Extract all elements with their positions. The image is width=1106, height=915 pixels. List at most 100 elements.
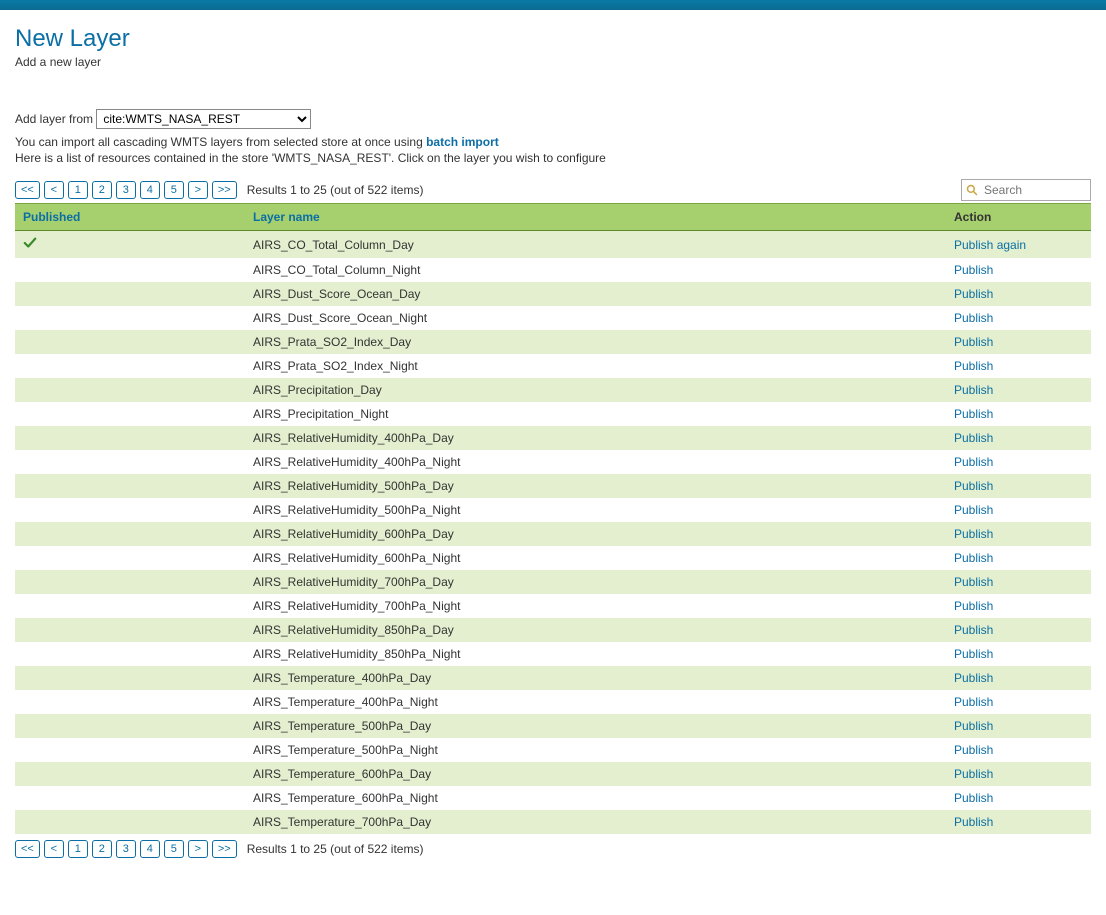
publish-link[interactable]: Publish (954, 503, 993, 517)
publish-link[interactable]: Publish (954, 383, 993, 397)
pager-next[interactable]: > (188, 840, 208, 858)
cell-layer-name: AIRS_Temperature_400hPa_Day (245, 666, 946, 690)
col-header-published[interactable]: Published (15, 204, 245, 231)
page-subtitle: Add a new layer (15, 55, 1091, 69)
publish-link[interactable]: Publish (954, 719, 993, 733)
cell-published (15, 570, 245, 594)
batch-import-prefix: You can import all cascading WMTS layers… (15, 135, 426, 149)
publish-link[interactable]: Publish (954, 623, 993, 637)
top-bar (0, 0, 1106, 10)
publish-link[interactable]: Publish (954, 743, 993, 757)
cell-action: Publish (946, 498, 1091, 522)
publish-link[interactable]: Publish (954, 551, 993, 565)
cell-action: Publish (946, 690, 1091, 714)
cell-published (15, 690, 245, 714)
cell-published (15, 231, 245, 259)
results-summary: Results 1 to 25 (out of 522 items) (247, 842, 424, 856)
publish-link[interactable]: Publish (954, 263, 993, 277)
check-icon (23, 236, 37, 250)
cell-action: Publish (946, 714, 1091, 738)
cell-action: Publish (946, 738, 1091, 762)
cell-layer-name: AIRS_Precipitation_Day (245, 378, 946, 402)
cell-published (15, 618, 245, 642)
table-row: AIRS_Temperature_400hPa_Day Publish (15, 666, 1091, 690)
publish-link[interactable]: Publish (954, 815, 993, 829)
pager-page-5[interactable]: 5 (164, 840, 184, 858)
pager-last[interactable]: >> (212, 840, 237, 858)
cell-layer-name: AIRS_RelativeHumidity_400hPa_Night (245, 450, 946, 474)
publish-link[interactable]: Publish (954, 455, 993, 469)
pager-top: << < 1 2 3 4 5 > >> Results 1 to 25 (out… (15, 179, 1091, 201)
publish-link[interactable]: Publish (954, 791, 993, 805)
publish-link[interactable]: Publish (954, 479, 993, 493)
publish-again-link[interactable]: Publish again (954, 238, 1026, 252)
publish-link[interactable]: Publish (954, 647, 993, 661)
cell-published (15, 810, 245, 834)
publish-link[interactable]: Publish (954, 407, 993, 421)
table-row: AIRS_RelativeHumidity_400hPa_DayPublish (15, 426, 1091, 450)
cell-action: Publish (946, 570, 1091, 594)
pager-bottom: << < 1 2 3 4 5 > >> Results 1 to 25 (out… (15, 840, 1091, 858)
cell-layer-name: AIRS_Temperature_600hPa_Night (245, 786, 946, 810)
pager-prev[interactable]: < (44, 181, 64, 199)
cell-published (15, 738, 245, 762)
pager-page-3[interactable]: 3 (116, 840, 136, 858)
cell-published (15, 354, 245, 378)
pager-page-4[interactable]: 4 (140, 181, 160, 199)
table-row: AIRS_Dust_Score_Ocean_Day Publish (15, 282, 1091, 306)
publish-link[interactable]: Publish (954, 767, 993, 781)
publish-link[interactable]: Publish (954, 695, 993, 709)
cell-published (15, 426, 245, 450)
table-row: AIRS_Temperature_500hPa_Day Publish (15, 714, 1091, 738)
cell-layer-name: AIRS_Dust_Score_Ocean_Day (245, 282, 946, 306)
pager-page-3[interactable]: 3 (116, 181, 136, 199)
cell-published (15, 450, 245, 474)
table-header-row: Published Layer name Action (15, 204, 1091, 231)
pager-page-1[interactable]: 1 (68, 840, 88, 858)
cell-action: Publish again (946, 231, 1091, 259)
publish-link[interactable]: Publish (954, 671, 993, 685)
pager-page-1[interactable]: 1 (68, 181, 88, 199)
cell-published (15, 666, 245, 690)
pager-last[interactable]: >> (212, 181, 237, 199)
table-row: AIRS_Temperature_500hPa_NightPublish (15, 738, 1091, 762)
search-input[interactable] (961, 179, 1091, 201)
store-select[interactable]: cite:WMTS_NASA_REST (96, 109, 311, 129)
table-row: AIRS_CO_Total_Column_DayPublish again (15, 231, 1091, 259)
table-row: AIRS_RelativeHumidity_400hPa_Night Publis… (15, 450, 1091, 474)
publish-link[interactable]: Publish (954, 527, 993, 541)
table-row: AIRS_Temperature_400hPa_NightPublish (15, 690, 1091, 714)
cell-layer-name: AIRS_RelativeHumidity_850hPa_Night (245, 642, 946, 666)
pager-prev[interactable]: < (44, 840, 64, 858)
cell-layer-name: AIRS_Temperature_500hPa_Day (245, 714, 946, 738)
publish-link[interactable]: Publish (954, 575, 993, 589)
publish-link[interactable]: Publish (954, 431, 993, 445)
pager-page-5[interactable]: 5 (164, 181, 184, 199)
page-content: New Layer Add a new layer Add layer from… (0, 10, 1106, 868)
table-row: AIRS_RelativeHumidity_700hPa_NightPublis… (15, 594, 1091, 618)
cell-published (15, 258, 245, 282)
pager-next[interactable]: > (188, 181, 208, 199)
batch-import-link[interactable]: batch import (426, 135, 499, 149)
pager-page-2[interactable]: 2 (92, 840, 112, 858)
publish-link[interactable]: Publish (954, 335, 993, 349)
cell-published (15, 714, 245, 738)
pager-page-2[interactable]: 2 (92, 181, 112, 199)
store-description-line: Here is a list of resources contained in… (15, 151, 1091, 165)
search-wrap (961, 179, 1091, 201)
table-row: AIRS_RelativeHumidity_500hPa_NightPublis… (15, 498, 1091, 522)
table-row: AIRS_Temperature_600hPa_DayPublish (15, 762, 1091, 786)
col-header-layer-name[interactable]: Layer name (245, 204, 946, 231)
publish-link[interactable]: Publish (954, 359, 993, 373)
publish-link[interactable]: Publish (954, 287, 993, 301)
cell-action: Publish (946, 378, 1091, 402)
cell-layer-name: AIRS_RelativeHumidity_850hPa_Day (245, 618, 946, 642)
table-row: AIRS_CO_Total_Column_NightPublish (15, 258, 1091, 282)
cell-layer-name: AIRS_Precipitation_Night (245, 402, 946, 426)
pager-first[interactable]: << (15, 181, 40, 199)
publish-link[interactable]: Publish (954, 311, 993, 325)
pager-page-4[interactable]: 4 (140, 840, 160, 858)
pager-first[interactable]: << (15, 840, 40, 858)
cell-published (15, 522, 245, 546)
publish-link[interactable]: Publish (954, 599, 993, 613)
